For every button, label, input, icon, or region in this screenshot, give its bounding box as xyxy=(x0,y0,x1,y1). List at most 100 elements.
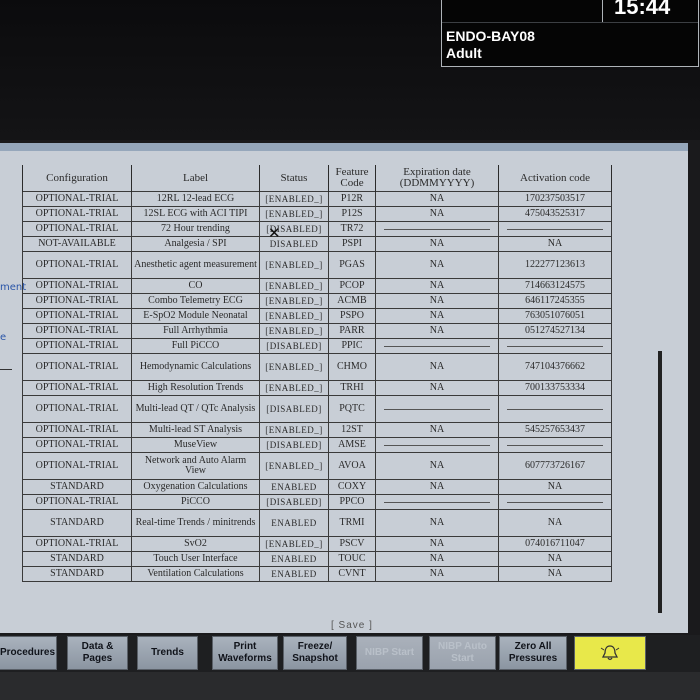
table-row[interactable]: OPTIONAL-TRIAL Hemodynamic Calculations [E… xyxy=(22,353,612,381)
cell-label: Full Arrhythmia xyxy=(131,323,260,339)
print-waveforms-button[interactable]: Print Waveforms xyxy=(212,636,278,670)
procedures-button[interactable]: Procedures xyxy=(0,636,57,670)
zero-all-pressures-button[interactable]: Zero All Pressures xyxy=(499,636,567,670)
cell-activation-code: 700133753334 xyxy=(498,380,612,396)
cell-feature-code: TR72 xyxy=(328,221,376,237)
table-row[interactable]: STANDARD Oxygenation Calculations ENABLED C… xyxy=(22,479,612,495)
save-button[interactable]: [ Save ] xyxy=(331,620,373,631)
header-configuration: Configuration xyxy=(22,165,132,192)
table-row[interactable]: NOT-AVAILABLE Analgesia / SPI DISABLED PSPI… xyxy=(22,236,612,252)
table-row[interactable]: STANDARD Ventilation Calculations ENABLED C… xyxy=(22,566,612,582)
table-row[interactable]: OPTIONAL-TRIAL 72 Hour trending [DISABLED]… xyxy=(22,221,612,237)
cell-feature-code: COXY xyxy=(328,479,376,495)
freeze-snapshot-button[interactable]: Freeze/ Snapshot xyxy=(283,636,347,670)
table-row[interactable]: OPTIONAL-TRIAL 12RL 12-lead ECG [ENABLED_]… xyxy=(22,191,612,207)
cell-status[interactable]: [ENABLED_] xyxy=(259,206,329,222)
cell-status[interactable]: [ENABLED_] xyxy=(259,191,329,207)
cell-status[interactable]: [ENABLED_] xyxy=(259,380,329,396)
cell-expiration-date: NA xyxy=(375,191,499,207)
cell-feature-code: ACMB xyxy=(328,293,376,309)
cell-feature-code: PGAS xyxy=(328,251,376,279)
trends-button[interactable]: Trends xyxy=(137,636,198,670)
data-pages-button[interactable]: Data & Pages xyxy=(67,636,128,670)
table-row[interactable]: OPTIONAL-TRIAL MuseView [DISABLED] AMSE xyxy=(22,437,612,453)
table-row[interactable]: STANDARD Real-time Trends / minitrends ENA… xyxy=(22,509,612,537)
cell-status[interactable]: [DISABLED] xyxy=(259,437,329,453)
nibp-auto-start-button[interactable]: NIBP Auto Start xyxy=(429,636,496,670)
cell-status[interactable]: ENABLED xyxy=(259,551,329,567)
cell-expiration-date: NA xyxy=(375,206,499,222)
table-row[interactable]: OPTIONAL-TRIAL PiCCO [DISABLED] PPCO xyxy=(22,494,612,510)
alarm-button[interactable] xyxy=(574,636,646,670)
cell-activation-code: 646117245355 xyxy=(498,293,612,309)
cell-configuration: OPTIONAL-TRIAL xyxy=(22,221,132,237)
cell-feature-code: PQTC xyxy=(328,395,376,423)
cell-label: 12SL ECG with ACI TIPI xyxy=(131,206,260,222)
table-row[interactable]: OPTIONAL-TRIAL High Resolution Trends [ENA… xyxy=(22,380,612,396)
patient-type[interactable]: Adult xyxy=(446,45,482,61)
cell-activation-code: NA xyxy=(498,509,612,537)
side-menu-fragment[interactable]: e xyxy=(0,332,6,343)
cell-configuration: OPTIONAL-TRIAL xyxy=(22,293,132,309)
screen-header-strip xyxy=(0,143,688,151)
cell-status[interactable]: [ENABLED_] xyxy=(259,353,329,381)
table-row[interactable]: OPTIONAL-TRIAL SvO2 [ENABLED_] PSCV NA 074016… xyxy=(22,536,612,552)
cell-feature-code: PSPO xyxy=(328,308,376,324)
cell-feature-code: PARR xyxy=(328,323,376,339)
table-row[interactable]: OPTIONAL-TRIAL Multi-lead QT / QTc Analys… xyxy=(22,395,612,423)
cell-status[interactable]: [DISABLED] xyxy=(259,338,329,354)
cell-status[interactable]: [ENABLED_] xyxy=(259,278,329,294)
cell-configuration: OPTIONAL-TRIAL xyxy=(22,380,132,396)
bed-label[interactable]: ENDO-BAY08 xyxy=(446,28,535,44)
vertical-scrollbar[interactable] xyxy=(658,351,662,613)
cell-status[interactable]: [DISABLED] xyxy=(259,395,329,423)
cell-status[interactable]: [ENABLED_] xyxy=(259,422,329,438)
cell-feature-code: PSPI xyxy=(328,236,376,252)
cell-status[interactable]: ENABLED xyxy=(259,566,329,582)
table-row[interactable]: OPTIONAL-TRIAL Full Arrhythmia [ENABLED_] P… xyxy=(22,323,612,339)
cell-status[interactable]: [ENABLED_] xyxy=(259,308,329,324)
table-row[interactable]: OPTIONAL-TRIAL 12SL ECG with ACI TIPI [ENA… xyxy=(22,206,612,222)
status-divider-h xyxy=(442,22,698,23)
cell-activation-code: 763051076051 xyxy=(498,308,612,324)
cell-configuration: OPTIONAL-TRIAL xyxy=(22,308,132,324)
table-row[interactable]: OPTIONAL-TRIAL Network and Auto Alarm Vie… xyxy=(22,452,612,480)
cell-label: Multi-lead QT / QTc Analysis xyxy=(131,395,260,423)
cell-status[interactable]: ENABLED xyxy=(259,509,329,537)
cursor-x-icon: ✕ xyxy=(268,224,281,242)
software-options-screen: ment e Configuration Label Status Featur… xyxy=(0,143,688,633)
cell-configuration: OPTIONAL-TRIAL xyxy=(22,191,132,207)
cell-activation-code: 714663124575 xyxy=(498,278,612,294)
cell-activation-code: 607773726167 xyxy=(498,452,612,480)
cell-status[interactable]: [ENABLED_] xyxy=(259,452,329,480)
cell-expiration-date: NA xyxy=(375,251,499,279)
table-body: OPTIONAL-TRIAL 12RL 12-lead ECG [ENABLED_]… xyxy=(22,191,612,582)
cell-expiration-date xyxy=(375,437,499,453)
table-row[interactable]: OPTIONAL-TRIAL Multi-lead ST Analysis [ENA… xyxy=(22,422,612,438)
cell-status[interactable]: [ENABLED_] xyxy=(259,536,329,552)
cell-feature-code: CVNT xyxy=(328,566,376,582)
cell-activation-code: NA xyxy=(498,479,612,495)
table-row[interactable]: STANDARD Touch User Interface ENABLED TOUC N… xyxy=(22,551,612,567)
cell-status[interactable]: [DISABLED] xyxy=(259,494,329,510)
cell-expiration-date: NA xyxy=(375,293,499,309)
table-row[interactable]: OPTIONAL-TRIAL E-SpO2 Module Neonatal [ENA… xyxy=(22,308,612,324)
cell-label: Network and Auto Alarm View xyxy=(131,452,260,480)
cell-expiration-date: NA xyxy=(375,566,499,582)
cell-status[interactable]: [ENABLED_] xyxy=(259,251,329,279)
cell-activation-code: 074016711047 xyxy=(498,536,612,552)
table-row[interactable]: OPTIONAL-TRIAL Anesthetic agent measureme… xyxy=(22,251,612,279)
cell-expiration-date: NA xyxy=(375,422,499,438)
nibp-start-button[interactable]: NIBP Start xyxy=(356,636,423,670)
table-row[interactable]: OPTIONAL-TRIAL CO [ENABLED_] PCOP NA 71466312… xyxy=(22,278,612,294)
table-row[interactable]: OPTIONAL-TRIAL Combo Telemetry ECG [ENABLE… xyxy=(22,293,612,309)
cell-configuration: STANDARD xyxy=(22,566,132,582)
table-row[interactable]: OPTIONAL-TRIAL Full PiCCO [DISABLED] PPIC xyxy=(22,338,612,354)
cell-feature-code: P12R xyxy=(328,191,376,207)
cell-status[interactable]: [ENABLED_] xyxy=(259,323,329,339)
cell-status[interactable]: [ENABLED_] xyxy=(259,293,329,309)
cell-configuration: OPTIONAL-TRIAL xyxy=(22,353,132,381)
cell-label: Oxygenation Calculations xyxy=(131,479,260,495)
cell-status[interactable]: ENABLED xyxy=(259,479,329,495)
cell-activation-code xyxy=(498,338,612,354)
